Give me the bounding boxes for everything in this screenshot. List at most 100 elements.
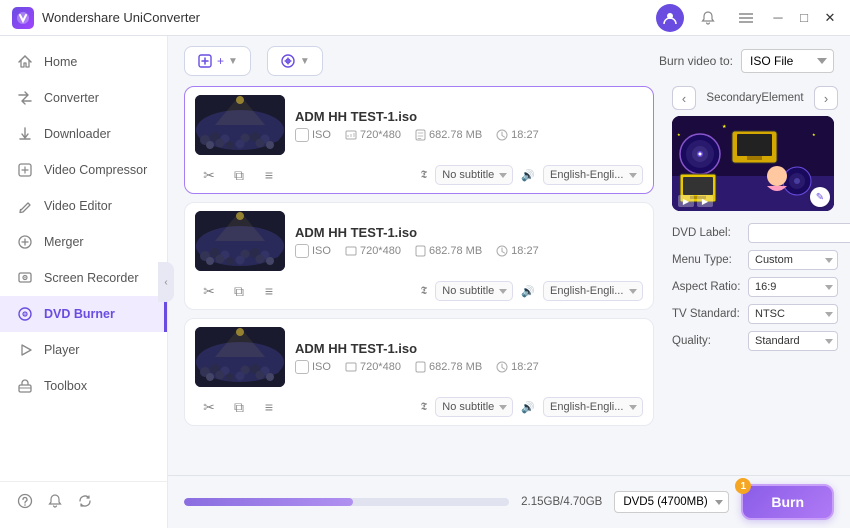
sidebar-item-toolbox[interactable]: Toolbox — [0, 368, 167, 404]
format-checkbox-2[interactable] — [295, 244, 309, 258]
file-format-3: ISO — [295, 360, 331, 374]
dvd-burner-icon — [16, 305, 34, 323]
file-controls-3: 𝕿 No subtitle 🔊 English-Engli... — [289, 397, 643, 417]
sidebar-item-screen-recorder[interactable]: Screen Recorder — [0, 260, 167, 296]
menu-type-label: Menu Type: — [672, 254, 744, 266]
copy-btn-2[interactable]: ⧉ — [229, 281, 249, 301]
cut-btn-3[interactable]: ✂ — [199, 397, 219, 417]
burn-target-section: Burn video to: ISO File DVD Disc DVD Fol… — [659, 49, 834, 73]
toolbar: + ▼ ▼ Burn video to: ISO File DVD Disc D… — [168, 36, 850, 86]
sync-icon[interactable] — [76, 492, 94, 510]
sidebar-label-screen-recorder: Screen Recorder — [44, 271, 139, 285]
downloader-icon — [16, 125, 34, 143]
sidebar-item-video-compressor[interactable]: Video Compressor — [0, 152, 167, 188]
sidebar-item-converter[interactable]: Converter — [0, 80, 167, 116]
sidebar-item-video-editor[interactable]: Video Editor — [0, 188, 167, 224]
file-thumbnail-2 — [195, 211, 285, 271]
audio-select-2[interactable]: English-Engli... — [543, 281, 643, 301]
file-card-2: ADM HH TEST-1.iso ISO 720*480 — [184, 202, 654, 310]
cut-btn-2[interactable]: ✂ — [199, 281, 219, 301]
menu-btn-3[interactable]: ≡ — [259, 397, 279, 417]
copy-btn-3[interactable]: ⧉ — [229, 397, 249, 417]
next-template-button[interactable]: › — [814, 86, 838, 110]
edit-template-button[interactable]: ✎ — [810, 187, 830, 207]
file-name-1: ADM HH TEST-1.iso — [295, 109, 643, 124]
subtitle-select-1[interactable]: No subtitle — [435, 165, 513, 185]
sidebar-item-home[interactable]: Home — [0, 44, 167, 80]
add-file-dropdown[interactable]: ▼ — [228, 56, 238, 67]
maximize-button[interactable]: □ — [796, 10, 812, 26]
file-name-3: ADM HH TEST-1.iso — [295, 341, 643, 356]
add-file-label: + — [217, 54, 224, 68]
menu-type-select[interactable]: Custom None Standard — [748, 250, 838, 270]
file-format-2: ISO — [295, 244, 331, 258]
file-resolution-3: 720*480 — [345, 361, 401, 373]
close-button[interactable]: ✕ — [822, 10, 838, 26]
bell-icon[interactable] — [46, 492, 64, 510]
sidebar-label-converter: Converter — [44, 91, 99, 105]
user-icon[interactable] — [656, 4, 684, 32]
player-icon — [16, 341, 34, 359]
file-meta-1: ISO 720*480 682.78 MB — [295, 128, 643, 142]
burn-button[interactable]: Burn — [741, 484, 834, 520]
main-layout: Home Converter Downloader — [0, 36, 850, 528]
aspect-ratio-select[interactable]: 16:9 4:3 — [748, 277, 838, 297]
file-actions-2: ✂ ⧉ ≡ 𝕿 No subtitle 🔊 English-Engli... — [195, 277, 643, 301]
file-card-top-3: ADM HH TEST-1.iso ISO 720*480 — [195, 327, 643, 387]
disc-type-select[interactable]: DVD5 (4700MB) DVD9 (8500MB) — [614, 491, 729, 513]
subtitle-icon-3: 𝕿 — [421, 401, 428, 414]
sidebar-item-downloader[interactable]: Downloader — [0, 116, 167, 152]
audio-icon-3: 🔊 — [521, 401, 535, 414]
add-file-button[interactable]: + ▼ — [184, 46, 251, 76]
app-title: Wondershare UniConverter — [42, 10, 200, 25]
file-meta-3: ISO 720*480 682.78 MB — [295, 360, 643, 374]
format-checkbox-1[interactable] — [295, 128, 309, 142]
sidebar-label-merger: Merger — [44, 235, 84, 249]
dvd-label-label: DVD Label: — [672, 227, 744, 239]
file-duration-2: 18:27 — [496, 245, 539, 257]
sidebar-bottom — [0, 481, 167, 520]
help-icon[interactable] — [16, 492, 34, 510]
svg-text:★: ★ — [812, 132, 816, 137]
menu-btn-1[interactable]: ≡ — [259, 165, 279, 185]
menu-icon[interactable] — [732, 4, 760, 32]
sidebar-collapse-arrow[interactable]: ‹ — [158, 262, 174, 302]
tv-standard-select[interactable]: NTSC PAL — [748, 304, 838, 324]
format-checkbox-3[interactable] — [295, 360, 309, 374]
converter-icon — [16, 89, 34, 107]
burn-target-select[interactable]: ISO File DVD Disc DVD Folder — [741, 49, 834, 73]
dvd-label-row: DVD Label: — [672, 223, 838, 243]
file-thumbnail-3 — [195, 327, 285, 387]
minimize-button[interactable]: ─ — [770, 10, 786, 26]
aspect-ratio-label: Aspect Ratio: — [672, 281, 744, 293]
add-media-button[interactable]: ▼ — [267, 46, 323, 76]
screen-recorder-icon — [16, 269, 34, 287]
quality-select[interactable]: Standard High Low — [748, 331, 838, 351]
cut-btn-1[interactable]: ✂ — [199, 165, 219, 185]
file-list: ADM HH TEST-1.iso ISO 720*480 — [168, 86, 664, 475]
notification-icon[interactable] — [694, 4, 722, 32]
quality-row: Quality: Standard High Low — [672, 331, 838, 351]
sidebar-item-player[interactable]: Player — [0, 332, 167, 368]
merger-icon — [16, 233, 34, 251]
audio-icon-1: 🔊 — [521, 169, 535, 182]
subtitle-select-2[interactable]: No subtitle — [435, 281, 513, 301]
menu-btn-2[interactable]: ≡ — [259, 281, 279, 301]
bottom-bar: 2.15GB/4.70GB DVD5 (4700MB) DVD9 (8500MB… — [168, 475, 850, 528]
subtitle-select-3[interactable]: No subtitle — [435, 397, 513, 417]
dvd-label-input[interactable] — [748, 223, 850, 243]
home-icon — [16, 53, 34, 71]
storage-progress-bar — [184, 498, 509, 506]
prev-template-button[interactable]: ‹ — [672, 86, 696, 110]
sidebar-item-dvd-burner[interactable]: DVD Burner — [0, 296, 167, 332]
sidebar-label-dvd-burner: DVD Burner — [44, 307, 115, 321]
tv-standard-label: TV Standard: — [672, 308, 744, 320]
audio-select-1[interactable]: English-Engli... — [543, 165, 643, 185]
sidebar-item-merger[interactable]: Merger — [0, 224, 167, 260]
preview-content: ★ ★ ★ ✎ ▶ ▶ — [672, 116, 834, 211]
copy-btn-1[interactable]: ⧉ — [229, 165, 249, 185]
body-split: ADM HH TEST-1.iso ISO 720*480 — [168, 86, 850, 475]
file-controls-1: 𝕿 No subtitle 🔊 English-Engli... — [289, 165, 643, 185]
audio-select-3[interactable]: English-Engli... — [543, 397, 643, 417]
add-media-dropdown[interactable]: ▼ — [300, 56, 310, 67]
